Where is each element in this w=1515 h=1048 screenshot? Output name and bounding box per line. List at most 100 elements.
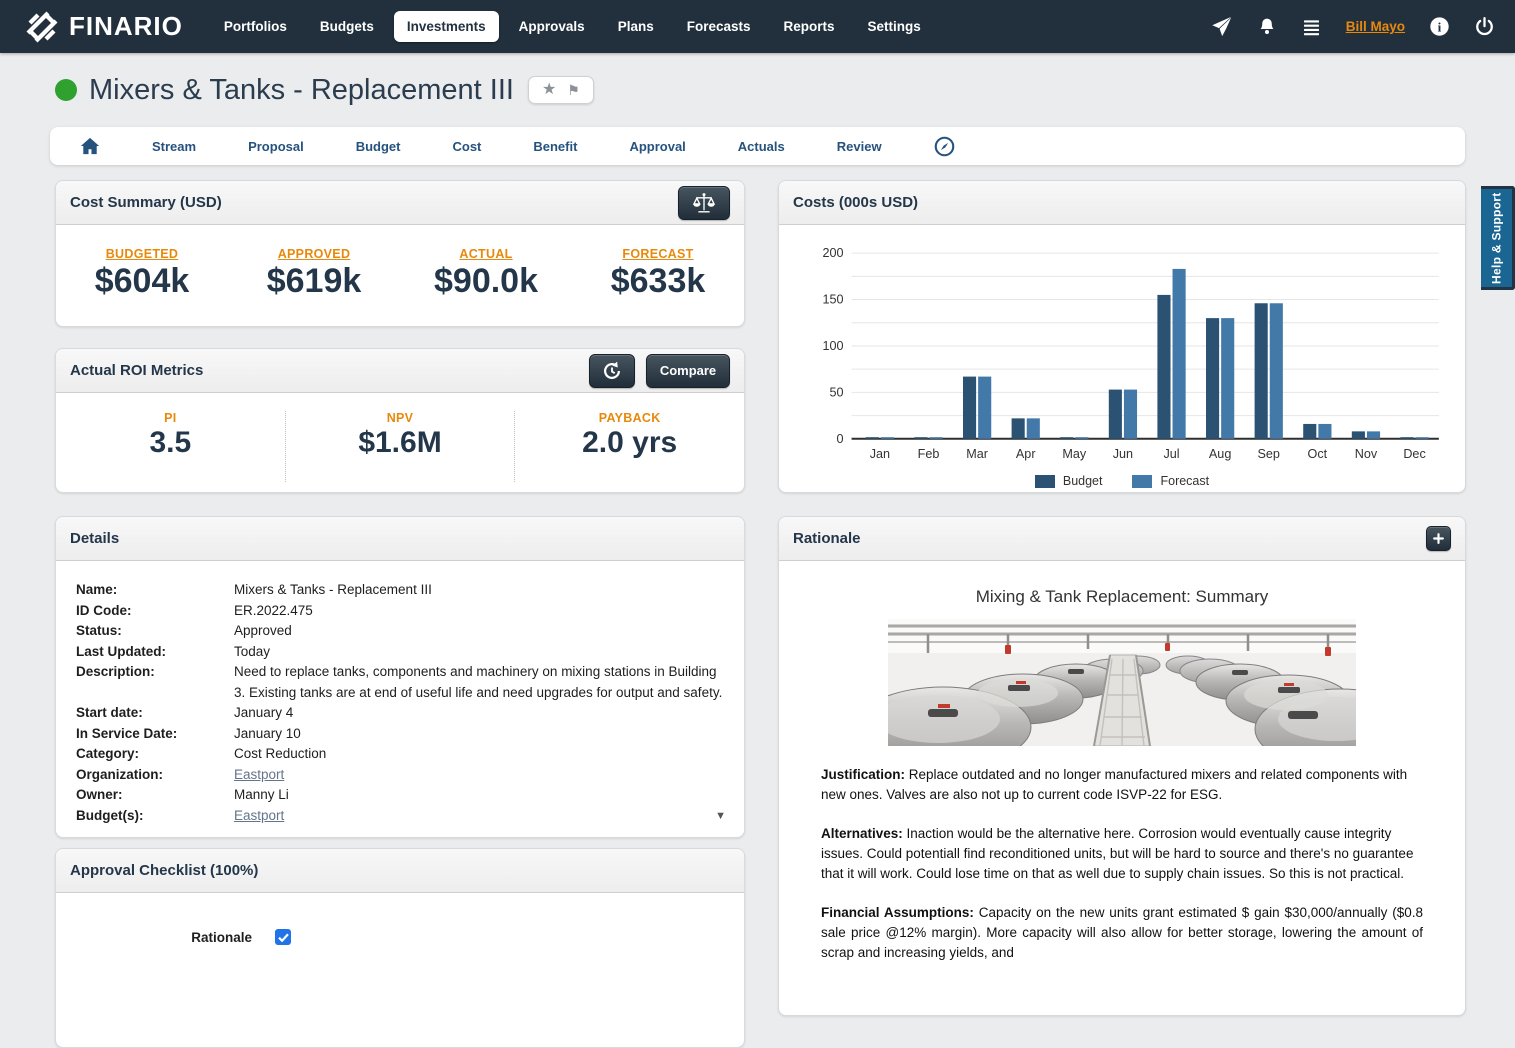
tab-proposal[interactable]: Proposal xyxy=(248,139,304,154)
tab-overview[interactable] xyxy=(934,136,955,157)
power-icon[interactable] xyxy=(1473,16,1495,38)
section-tabbar: Stream Proposal Budget Cost Benefit Approval A… xyxy=(50,127,1465,165)
metric-value: $604k xyxy=(56,262,228,301)
balance-scale-icon xyxy=(691,191,717,215)
compare-button[interactable]: Compare xyxy=(646,354,730,388)
nav-item-budgets[interactable]: Budgets xyxy=(307,11,387,42)
y-axis-label: 50 xyxy=(829,385,843,399)
chart-legend: Budget Forecast xyxy=(779,470,1465,493)
tab-cost[interactable]: Cost xyxy=(452,139,481,154)
help-support-tab[interactable]: Help & Support xyxy=(1481,186,1515,290)
history-icon xyxy=(601,360,623,382)
details-header: Details xyxy=(56,517,744,561)
rationale-paragraph: Justification: Replace outdated and no l… xyxy=(821,765,1423,805)
x-axis-label: Feb xyxy=(918,447,940,461)
info-icon[interactable]: i xyxy=(1428,16,1450,38)
tab-benefit[interactable]: Benefit xyxy=(533,139,577,154)
detail-row: Status:Approved xyxy=(76,621,730,642)
list-icon[interactable] xyxy=(1301,16,1323,38)
nav-item-settings[interactable]: Settings xyxy=(855,11,934,42)
send-icon[interactable] xyxy=(1211,16,1233,38)
metric-forecast: FORECAST$633k xyxy=(572,247,744,301)
nav-item-portfolios[interactable]: Portfolios xyxy=(211,11,300,42)
approval-checklist-title: Approval Checklist (100%) xyxy=(70,862,258,879)
bar-budget-mar xyxy=(963,377,976,439)
compass-icon xyxy=(934,136,955,157)
checklist-checkbox[interactable] xyxy=(275,929,291,945)
tab-actuals[interactable]: Actuals xyxy=(738,139,785,154)
tab-review[interactable]: Review xyxy=(837,139,882,154)
finario-logo-icon xyxy=(24,9,60,45)
detail-row: Description:Need to replace tanks, compo… xyxy=(76,662,730,703)
detail-value: Mixers & Tanks - Replacement III xyxy=(234,580,730,601)
bar-forecast-mar xyxy=(978,377,991,439)
notifications-bell-icon[interactable] xyxy=(1256,16,1278,38)
metric-budgeted: BUDGETED$604k xyxy=(56,247,228,301)
legend-swatch xyxy=(1035,475,1055,488)
tab-budget[interactable]: Budget xyxy=(356,139,401,154)
cost-summary-metrics: BUDGETED$604kAPPROVED$619kACTUAL$90.0kFO… xyxy=(56,225,744,301)
detail-value: Manny Li xyxy=(234,785,730,806)
x-axis-label: Oct xyxy=(1308,447,1328,461)
bar-budget-nov xyxy=(1352,431,1365,438)
detail-label: Start date: xyxy=(76,703,234,724)
roi-metrics-header: Actual ROI Metrics Compare xyxy=(56,349,744,393)
metric-value: 2.0 yrs xyxy=(515,426,744,460)
costs-chart-panel: Costs (000s USD) 050100150200JanFebMarAp… xyxy=(778,180,1466,493)
legend-item-budget[interactable]: Budget xyxy=(1035,474,1103,488)
metric-label: APPROVED xyxy=(228,247,400,261)
detail-label: In Service Date: xyxy=(76,724,234,745)
bar-budget-jun xyxy=(1109,390,1122,439)
approval-checklist-header: Approval Checklist (100%) xyxy=(56,849,744,893)
detail-value: ER.2022.475 xyxy=(234,601,730,622)
detail-row: Last Updated:Today xyxy=(76,642,730,663)
tab-stream[interactable]: Stream xyxy=(152,139,196,154)
nav-item-reports[interactable]: Reports xyxy=(771,11,848,42)
nav-item-investments[interactable]: Investments xyxy=(394,11,499,42)
add-rationale-button[interactable] xyxy=(1426,526,1451,551)
x-axis-label: Jun xyxy=(1113,447,1133,461)
detail-value-link[interactable]: Eastport xyxy=(234,806,715,827)
metric-label: PI xyxy=(56,411,285,425)
x-axis-label: Nov xyxy=(1355,447,1378,461)
caret-down-icon[interactable]: ▼ xyxy=(715,806,730,827)
legend-item-forecast[interactable]: Forecast xyxy=(1132,474,1209,488)
left-column: Cost Summary (USD) xyxy=(55,180,745,1048)
detail-row: Name:Mixers & Tanks - Replacement III xyxy=(76,580,730,601)
legend-label: Budget xyxy=(1063,474,1103,488)
star-icon[interactable]: ★ xyxy=(542,82,556,98)
detail-value-link[interactable]: Eastport xyxy=(234,765,730,786)
nav-item-forecasts[interactable]: Forecasts xyxy=(674,11,764,42)
nav-item-approvals[interactable]: Approvals xyxy=(506,11,598,42)
page-title: Mixers & Tanks - Replacement III xyxy=(89,74,514,107)
metric-label: NPV xyxy=(286,411,515,425)
bar-budget-aug xyxy=(1206,318,1219,439)
bar-forecast-sep xyxy=(1270,303,1283,439)
user-link[interactable]: Bill Mayo xyxy=(1346,19,1405,34)
rationale-paragraph-label: Justification: xyxy=(821,767,905,782)
bar-budget-sep xyxy=(1255,303,1268,439)
x-axis-label: Dec xyxy=(1403,447,1425,461)
detail-label: Last Updated: xyxy=(76,642,234,663)
detail-row: Organization:Eastport xyxy=(76,765,730,786)
history-button[interactable] xyxy=(589,354,635,388)
bar-budget-jul xyxy=(1157,295,1170,439)
metric-label: FORECAST xyxy=(572,247,744,261)
checklist-row: Rationale xyxy=(56,893,744,945)
compare-scales-button[interactable] xyxy=(678,186,730,220)
x-axis-label: Jul xyxy=(1163,447,1179,461)
bar-forecast-feb xyxy=(930,437,943,439)
flag-icon[interactable]: ⚑ xyxy=(567,83,580,97)
svg-text:i: i xyxy=(1437,19,1441,34)
bar-budget-jan xyxy=(866,437,879,439)
metric-value: 3.5 xyxy=(56,426,285,460)
approval-checklist-panel: Approval Checklist (100%) Rationale xyxy=(55,848,745,1048)
detail-label: Category: xyxy=(76,744,234,765)
brand[interactable]: FINARIO xyxy=(24,9,183,45)
favorite-flag-button[interactable]: ★ ⚑ xyxy=(528,76,594,104)
bar-budget-dec xyxy=(1400,437,1413,439)
tab-approval[interactable]: Approval xyxy=(629,139,685,154)
nav-item-plans[interactable]: Plans xyxy=(605,11,667,42)
costs-chart-title: Costs (000s USD) xyxy=(793,194,918,211)
tab-home[interactable] xyxy=(80,137,100,155)
